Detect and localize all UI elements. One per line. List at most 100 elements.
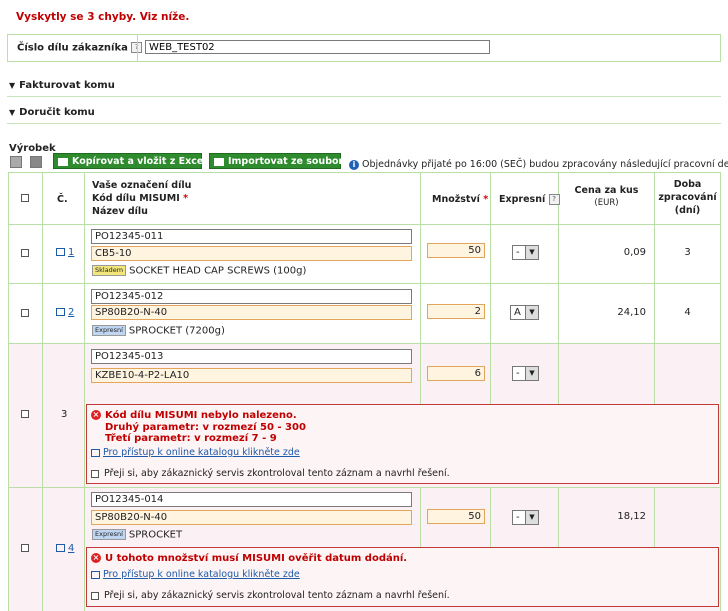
table-border (8, 283, 721, 284)
select-all-checkbox[interactable] (21, 194, 29, 202)
clipboard-icon (58, 157, 68, 166)
chevron-down-icon: ▼ (9, 108, 16, 117)
folder-icon[interactable] (30, 156, 42, 168)
error-icon: × (91, 553, 101, 563)
header-price-line1: Cena za kus (574, 185, 639, 196)
window-icon (56, 308, 65, 316)
unit-price: 0,09 (623, 247, 646, 258)
row-detail-link[interactable]: 4 (56, 543, 74, 554)
import-file-label: Importovat ze souboru (228, 156, 350, 167)
express-select[interactable]: - ▼ (512, 366, 539, 381)
misumi-code-input[interactable]: KZBE10-4-P2-LA10 (91, 368, 412, 383)
row-checkbox[interactable] (21, 249, 29, 257)
express-badge: Expresní (92, 529, 126, 540)
ship-to-label: Doručit komu (19, 107, 95, 118)
warning-title: × U tohoto množství musí MISUMI ověřit da… (91, 553, 407, 564)
table-border (8, 343, 721, 344)
table-border (720, 172, 721, 611)
part-name: SOCKET HEAD CAP SCREWS (100g) (129, 265, 307, 277)
customer-part-label-text: Číslo dílu zákazníka (17, 42, 128, 54)
stock-badge: Skladem (92, 265, 127, 276)
express-select[interactable]: - ▼ (512, 245, 539, 260)
column-header-quantity: Množství * (432, 193, 488, 206)
header-part-line1: Vaše označení dílu (92, 180, 192, 191)
quantity-input[interactable]: 2 (427, 304, 485, 319)
bill-to-toggle[interactable]: ▼ Fakturovat komu (9, 80, 115, 91)
window-icon (91, 448, 100, 457)
divider (7, 123, 721, 124)
customer-code-input[interactable]: PO12345-011 (91, 229, 412, 244)
row-checkbox[interactable] (21, 309, 29, 317)
table-border (654, 487, 655, 547)
catalog-link-text: Pro přístup k online katalogu klikněte z… (103, 569, 300, 580)
quantity-input[interactable]: 50 (427, 243, 485, 258)
required-mark: * (183, 193, 189, 204)
customer-part-label: Číslo dílu zákazníka ? (17, 42, 143, 54)
product-section-label: Výrobek (9, 143, 56, 154)
import-file-button[interactable]: Importovat ze souboru (209, 153, 350, 169)
cutoff-notice-text: Objednávky přijaté po 16:00 (SEČ) budou … (362, 159, 728, 170)
express-badge: Expresní (92, 325, 126, 336)
row-detail-link[interactable]: 1 (56, 247, 74, 258)
review-checkbox[interactable] (91, 591, 99, 600)
required-mark: * (483, 194, 489, 205)
header-lead-line1: Doba (673, 179, 702, 190)
info-icon: i (349, 159, 359, 170)
table-border (8, 224, 721, 225)
misumi-code-input[interactable]: CB5-10 (91, 246, 412, 261)
help-icon[interactable]: ? (548, 194, 560, 205)
review-text: Přeji si, aby zákaznický servis zkontrol… (104, 590, 450, 601)
ship-to-toggle[interactable]: ▼ Doručit komu (9, 107, 95, 118)
chevron-down-icon: ▼ (525, 246, 538, 259)
unit-price: 18,12 (617, 511, 646, 522)
header-express-text: Expresní (499, 194, 546, 205)
misumi-code-input[interactable]: SP80B20-N-40 (91, 305, 412, 320)
express-select[interactable]: - ▼ (512, 510, 539, 525)
part-description: Skladem SOCKET HEAD CAP SCREWS (100g) (92, 265, 306, 277)
warning-title-text: U tohoto množství musí MISUMI ověřit dat… (105, 553, 408, 564)
lead-time: 3 (684, 247, 691, 258)
column-header-express: Expresní ? (499, 193, 560, 206)
cutoff-notice: i Objednávky přijaté po 16:00 (SEČ) budou… (349, 159, 728, 170)
trash-icon[interactable] (10, 156, 22, 168)
header-part-line3: Název dílu (92, 206, 148, 217)
column-header-number: Č. (57, 194, 68, 205)
table-border (84, 172, 85, 611)
catalog-link[interactable]: Pro přístup k online katalogu klikněte z… (91, 569, 300, 580)
unit-price: 24,10 (617, 307, 646, 318)
customer-part-row: Číslo dílu zákazníka ? (7, 34, 721, 62)
part-description: Expresní SPROCKET (92, 529, 182, 541)
quantity-input[interactable]: 6 (427, 366, 485, 381)
express-select[interactable]: A ▼ (510, 305, 539, 320)
table-border (490, 487, 491, 547)
express-value: - (516, 247, 520, 258)
error-detail: Třetí parametr: v rozmezí 7 - 9 (105, 433, 277, 444)
row-detail-link[interactable]: 2 (56, 307, 74, 318)
review-checkbox[interactable] (91, 469, 99, 478)
table-border (8, 487, 721, 488)
review-text: Přeji si, aby zákaznický servis zkontrol… (104, 468, 450, 479)
chevron-down-icon: ▼ (525, 511, 538, 524)
review-request: Přeji si, aby zákaznický servis zkontrol… (91, 468, 450, 479)
catalog-link[interactable]: Pro přístup k online katalogu klikněte z… (91, 447, 300, 458)
column-header-part: Vaše označení dílu Kód dílu MISUMI * Náz… (92, 179, 191, 218)
customer-part-input[interactable] (145, 40, 490, 54)
error-summary: Vyskytly se 3 chyby. Viz níže. (16, 11, 190, 23)
window-icon (56, 248, 65, 256)
customer-code-input[interactable]: PO12345-012 (91, 289, 412, 304)
chevron-down-icon: ▼ (9, 81, 16, 90)
part-name: SPROCKET (7200g) (128, 325, 225, 337)
row-checkbox[interactable] (21, 410, 29, 418)
customer-code-input[interactable]: PO12345-013 (91, 349, 412, 364)
express-value: - (516, 512, 520, 523)
header-lead-line2: zpracování (658, 192, 717, 203)
column-header-lead-time: Doba zpracování (dní) (655, 178, 720, 217)
review-request: Přeji si, aby zákaznický servis zkontrol… (91, 590, 450, 601)
customer-code-input[interactable]: PO12345-014 (91, 492, 412, 507)
table-border (8, 172, 721, 173)
quantity-input[interactable]: 50 (427, 509, 485, 524)
bill-to-label: Fakturovat komu (19, 80, 115, 91)
misumi-code-input[interactable]: SP80B20-N-40 (91, 510, 412, 525)
copy-from-excel-button[interactable]: Kopírovat a vložit z Excelu (53, 153, 213, 169)
row-checkbox[interactable] (21, 544, 29, 552)
